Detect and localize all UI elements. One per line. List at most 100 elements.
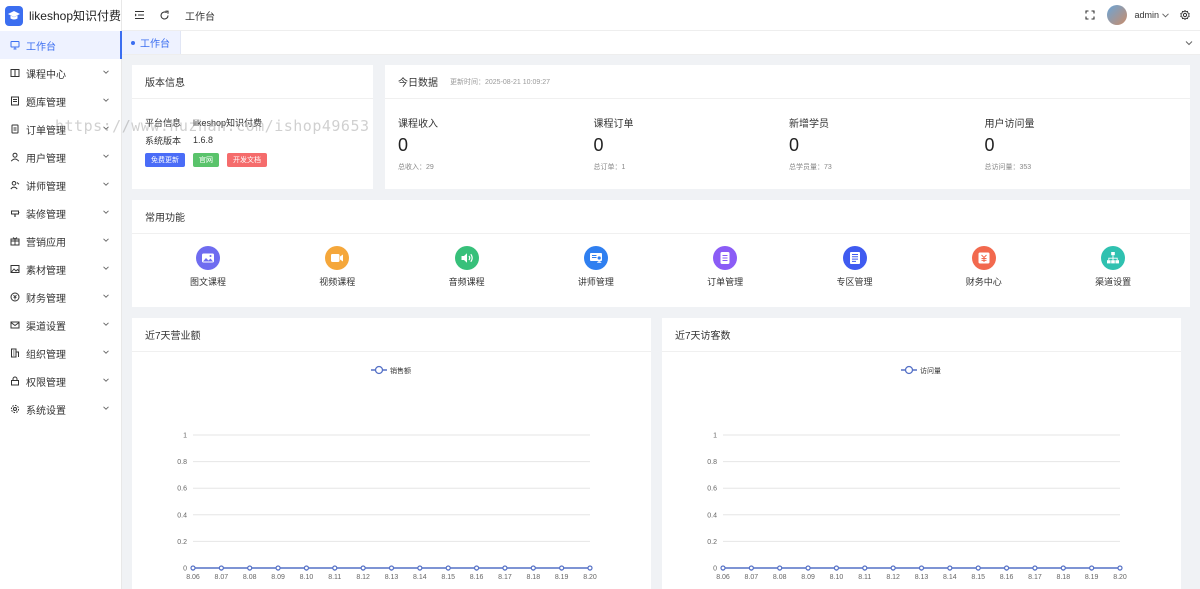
channel-icon [1101,246,1126,270]
user-menu[interactable]: admin [1134,10,1169,20]
dev-docs-button[interactable]: 开发文档 [227,153,267,167]
sidebar-item-label: 工作台 [26,41,56,53]
chevron-down-icon[interactable] [1184,38,1194,48]
data-point [360,565,366,571]
menu-fold-icon[interactable] [132,8,146,22]
stat-value: 0 [984,135,995,155]
chevron-down-icon [103,210,109,214]
sidebar-item[interactable]: 装修管理 [0,199,121,227]
fullscreen-icon[interactable] [1083,8,1097,22]
y-tick-label: 0.4 [177,512,187,519]
stat-item: 新增学员 0 总学员量：73 [789,115,985,172]
x-tick-label: 8.13 [385,574,399,581]
sidebar-item-label: 题库管理 [26,97,66,109]
user-name: admin [1134,10,1159,20]
shortcut-item[interactable]: 讲师管理 [556,246,636,288]
platform-value: likeshop知识付费 [193,117,263,128]
breadcrumb: 工作台 [185,11,215,23]
x-tick-label: 8.17 [498,574,512,581]
app-logo[interactable]: likeshop知识付费 [0,0,121,31]
finance-icon [971,246,996,270]
shortcut-item[interactable]: 渠道设置 [1073,246,1153,288]
stat-total: 总收入：29 [398,164,434,171]
shortcut-label: 渠道设置 [1095,277,1132,287]
revenue-chart-card: 近7天营业额 销售额 0 0.2 0.4 0.6 0.8 1 8.06 8.07 8.08 8.09… [132,318,651,589]
y-tick-label: 0.6 [177,486,187,493]
visitor-line-chart: 访问量 0 0.2 0.4 0.6 0.8 1 8.06 8.07 8.08 8.09 8.10 8.1… [707,365,1127,581]
data-point [862,565,868,571]
free-update-button[interactable]: 免费更新 [145,153,185,167]
legend-label: 访问量 [920,366,941,375]
shortcut-item[interactable]: 图文课程 [168,246,248,288]
chart-legend: 销售额 [371,365,411,375]
sidebar-item[interactable]: 工作台 [0,31,122,59]
shortcut-item[interactable]: 财务中心 [944,246,1024,288]
settings-icon[interactable] [1178,8,1192,22]
x-tick-label: 8.19 [555,574,569,581]
x-tick-label: 8.06 [716,574,730,581]
shortcut-label: 音频课程 [448,277,485,287]
sidebar-item[interactable]: 用户管理 [0,143,121,171]
x-tick-label: 8.14 [943,574,957,581]
official-site-button[interactable]: 官网 [193,153,219,167]
marketing-icon [10,236,20,246]
version-card: 版本信息 平台信息 likeshop知识付费 系统版本 1.6.8 免费更新 官… [132,65,373,189]
sidebar-item[interactable]: 营销应用 [0,227,121,255]
shortcut-item[interactable]: 订单管理 [685,246,765,288]
chevron-down-icon [103,126,109,130]
sidebar-item[interactable]: 课程中心 [0,59,121,87]
data-point [975,565,981,571]
stat-total: 总访问量：353 [984,164,1032,171]
data-point [303,565,310,571]
sidebar-item[interactable]: 系统设置 [0,395,121,423]
sidebar-item[interactable]: 题库管理 [0,87,121,115]
version-value: 1.6.8 [193,135,214,145]
data-point [502,565,508,571]
data-point [748,565,754,571]
sidebar-item[interactable]: 订单管理 [0,115,121,143]
list-icon [10,96,20,106]
data-point [332,565,338,571]
platform-row: 平台信息 likeshop知识付费 [145,113,360,131]
sidebar-item[interactable]: 讲师管理 [0,171,121,199]
data-point [445,565,451,571]
sidebar-item[interactable]: 财务管理 [0,283,121,311]
sidebar-menu: 工作台课程中心题库管理订单管理用户管理讲师管理 装修管理 营销应用 素材管理 财务管理渠… [0,31,122,423]
shortcut-item[interactable]: 视频课程 [297,246,377,288]
decor-icon [10,208,20,218]
y-tick-label: 0.2 [177,539,187,546]
top-header: 工作台 admin [122,0,1200,31]
y-tick-label: 0.4 [707,512,717,519]
x-tick-label: 8.09 [271,574,285,581]
x-tick-label: 8.16 [1000,574,1014,581]
shortcut-item[interactable]: 音频课程 [427,246,507,288]
sidebar-item-label: 权限管理 [26,377,66,389]
picture-icon [196,246,220,270]
x-tick-label: 8.15 [971,574,985,581]
chart-legend: 访问量 [901,365,941,375]
stat-value: 0 [593,135,604,155]
image-icon [10,264,20,274]
shortcut-item[interactable]: 专区管理 [815,246,895,288]
refresh-icon[interactable] [157,8,171,22]
x-tick-label: 8.18 [1056,574,1070,581]
data-point [587,565,593,571]
chevron-down-icon [1162,12,1169,18]
data-point [1032,565,1038,571]
stat-total: 总学员量：73 [789,164,832,171]
tab-workbench[interactable]: 工作台 [122,31,181,54]
sidebar-item[interactable]: 渠道设置 [0,311,121,339]
data-point [388,565,395,571]
avatar[interactable] [1107,5,1128,25]
sidebar-item-label: 用户管理 [26,153,66,165]
today-card-title: 今日数据 更新时间：2025-08-21 10:09:27 [385,65,1190,99]
x-tick-label: 8.15 [441,574,455,581]
stat-item: 用户访问量 0 总访问量：353 [985,115,1181,172]
sidebar-item[interactable]: 权限管理 [0,367,121,395]
sidebar-item[interactable]: 素材管理 [0,255,121,283]
shortcut-label: 财务中心 [965,277,1002,287]
sidebar: likeshop知识付费 工作台课程中心题库管理订单管理用户管理讲师管理 装修管理… [0,0,122,589]
y-tick-label: 0.8 [177,459,187,466]
chevron-down-icon [103,182,109,186]
sidebar-item[interactable]: 组织管理 [0,339,121,367]
